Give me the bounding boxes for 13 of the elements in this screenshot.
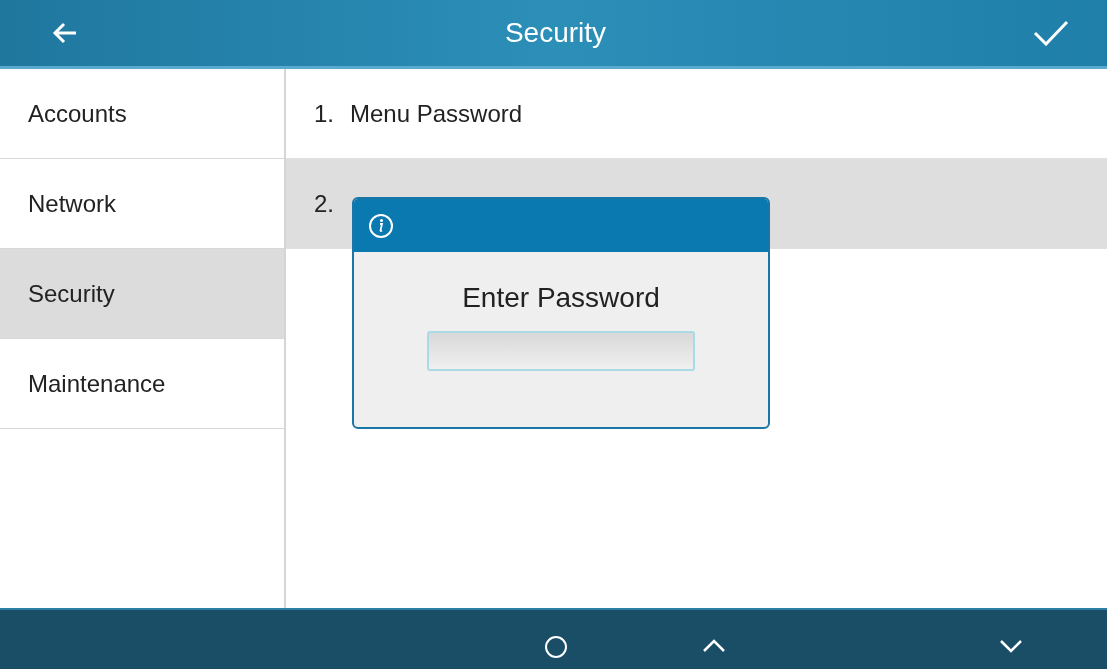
screen-title: Security bbox=[504, 17, 607, 49]
info-icon bbox=[368, 212, 394, 239]
item-number: 2. bbox=[314, 189, 334, 218]
checkmark-icon[interactable] bbox=[1033, 20, 1069, 46]
item-number: 1. bbox=[314, 99, 334, 128]
back-icon[interactable] bbox=[52, 22, 78, 44]
sidebar-item[interactable]: Security bbox=[0, 249, 284, 339]
dialog-message: Enter Password bbox=[462, 282, 660, 314]
down-chevron-icon[interactable] bbox=[999, 639, 1023, 653]
circle-icon[interactable] bbox=[544, 635, 568, 659]
password-field[interactable] bbox=[427, 331, 695, 371]
item-label: Menu Password bbox=[350, 99, 523, 128]
up-chevron-icon[interactable] bbox=[702, 639, 726, 653]
